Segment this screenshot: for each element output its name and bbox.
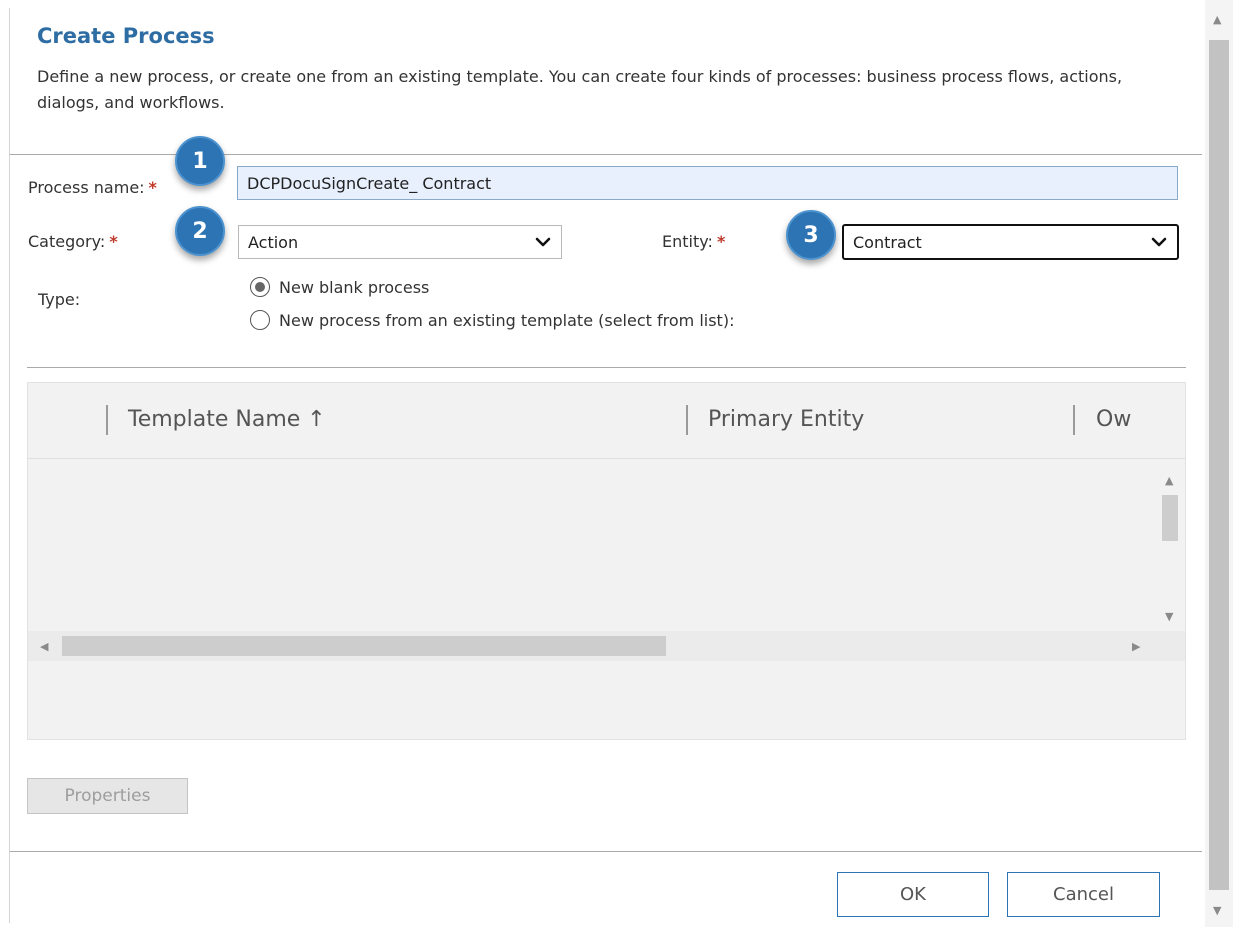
required-asterisk: * — [148, 178, 157, 197]
page-scroll-thumb[interactable] — [1209, 40, 1229, 890]
vertical-scroll-thumb[interactable] — [1162, 495, 1178, 541]
callout-badge-2: 2 — [175, 206, 225, 256]
properties-button[interactable]: Properties — [27, 778, 188, 814]
entity-selected-value: Contract — [853, 232, 922, 252]
process-name-label-text: Process name: — [28, 178, 145, 197]
required-asterisk: * — [109, 232, 118, 251]
cancel-button[interactable]: Cancel — [1007, 872, 1160, 917]
ok-button[interactable]: OK — [837, 872, 989, 917]
category-selected-value: Action — [248, 232, 299, 252]
radio-button[interactable] — [250, 310, 270, 330]
dialog-title: Create Process — [37, 24, 215, 48]
scroll-down-arrow-icon[interactable]: ▼ — [1165, 611, 1173, 622]
footer-divider — [10, 851, 1202, 852]
type-label: Type: — [38, 290, 81, 309]
process-name-input[interactable] — [237, 166, 1178, 200]
grid-header: Template Name ↑ Primary Entity Ow — [28, 383, 1185, 459]
grid-vertical-scrollbar[interactable]: ▲ ▼ — [1158, 465, 1182, 627]
column-separator — [106, 405, 108, 435]
required-asterisk: * — [716, 232, 726, 251]
column-header-owner[interactable]: Ow — [1096, 407, 1131, 432]
column-header-primary-entity[interactable]: Primary Entity — [708, 407, 864, 432]
scroll-up-arrow-icon[interactable]: ▲ — [1213, 14, 1221, 25]
category-label: Category: * — [28, 232, 118, 251]
radio-label: New process from an existing template (s… — [279, 310, 735, 330]
dialog-header: Create Process Define a new process, or … — [10, 8, 1202, 154]
create-process-dialog: Create Process Define a new process, or … — [9, 8, 1202, 923]
callout-badge-3: 3 — [786, 210, 836, 260]
scroll-up-arrow-icon[interactable]: ▲ — [1165, 475, 1173, 486]
entity-label-text: Entity: — [662, 232, 713, 251]
category-label-text: Category: — [28, 232, 106, 251]
scroll-left-arrow-icon[interactable]: ◀ — [40, 641, 48, 652]
process-name-label: Process name: * — [28, 178, 157, 197]
horizontal-scroll-thumb[interactable] — [62, 636, 666, 656]
radio-new-blank-process[interactable]: New blank process — [250, 277, 429, 297]
callout-badge-1: 1 — [175, 136, 225, 186]
scroll-down-arrow-icon[interactable]: ▼ — [1213, 905, 1221, 916]
dialog-description: Define a new process, or create one from… — [37, 67, 1123, 112]
radio-button-selected[interactable] — [250, 277, 270, 297]
column-header-template-name[interactable]: Template Name ↑ — [128, 407, 326, 432]
template-grid: Template Name ↑ Primary Entity Ow ▲ ▼ ◀ … — [27, 382, 1186, 740]
chevron-down-icon — [1151, 237, 1167, 247]
entity-label: Entity: * — [662, 232, 725, 251]
entity-select[interactable]: Contract — [842, 224, 1179, 260]
chevron-down-icon — [535, 237, 551, 247]
radio-label: New blank process — [279, 277, 430, 297]
scroll-right-arrow-icon[interactable]: ▶ — [1132, 641, 1140, 652]
radio-dot-icon — [255, 282, 265, 292]
column-separator — [1073, 405, 1075, 435]
column-separator — [686, 405, 688, 435]
radio-new-from-template[interactable]: New process from an existing template (s… — [250, 310, 734, 330]
grid-horizontal-scrollbar[interactable]: ◀ ▶ — [28, 631, 1185, 661]
page-vertical-scrollbar[interactable]: ▲ ▼ — [1205, 0, 1233, 927]
type-divider — [27, 367, 1186, 368]
category-select[interactable]: Action — [238, 225, 562, 259]
